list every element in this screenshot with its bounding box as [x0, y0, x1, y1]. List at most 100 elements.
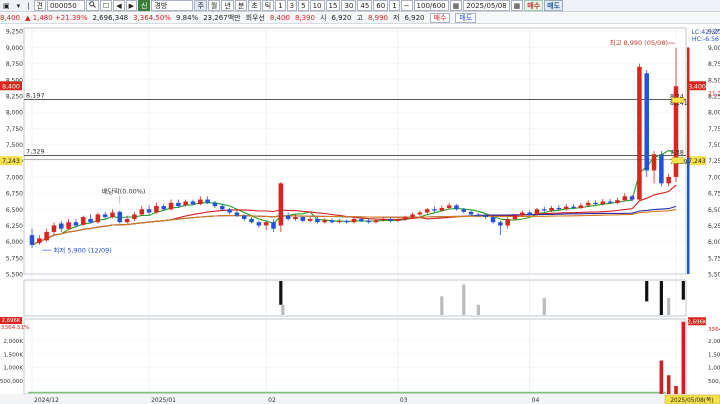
candle-body[interactable]: [322, 220, 327, 223]
interval-60[interactable]: 60: [373, 0, 389, 11]
interval-45[interactable]: 45: [357, 0, 373, 11]
candle-body[interactable]: [424, 209, 430, 213]
candle-body[interactable]: [234, 212, 240, 216]
candle-body[interactable]: [241, 215, 247, 219]
candle-body[interactable]: [644, 73, 649, 171]
candle-body[interactable]: [622, 196, 628, 201]
candle-body[interactable]: [483, 215, 488, 218]
sell-button[interactable]: 매도: [544, 0, 564, 11]
candle-body[interactable]: [520, 212, 525, 216]
candle-body[interactable]: [198, 199, 203, 205]
candle-body[interactable]: [585, 202, 591, 206]
candle-body[interactable]: [607, 201, 613, 203]
candle-body[interactable]: [373, 220, 379, 223]
interval-15[interactable]: 15: [325, 0, 341, 11]
candle-body[interactable]: [44, 231, 49, 241]
candle-body[interactable]: [454, 205, 459, 210]
candle-body[interactable]: [73, 222, 79, 226]
candle-body[interactable]: [88, 218, 93, 223]
candle-body[interactable]: [359, 218, 364, 221]
calendar-icon[interactable]: ▦: [510, 0, 524, 11]
quick-sell-button[interactable]: 매도: [455, 13, 477, 23]
candle-body[interactable]: [271, 222, 276, 229]
interval-1[interactable]: 1: [275, 0, 286, 11]
candle-body[interactable]: [329, 220, 335, 223]
candle-body[interactable]: [637, 66, 642, 200]
candle-body[interactable]: [351, 218, 357, 223]
candle-body[interactable]: [146, 209, 152, 213]
lock-checkbox[interactable]: ☐: [99, 0, 113, 11]
candle-body[interactable]: [461, 209, 467, 212]
candle-body[interactable]: [212, 202, 218, 207]
candle-body[interactable]: [571, 206, 576, 208]
candle-body[interactable]: [337, 220, 342, 223]
candle-body[interactable]: [395, 219, 401, 221]
candle-body[interactable]: [512, 215, 518, 219]
candle-body[interactable]: [37, 238, 42, 243]
candle-body[interactable]: [117, 211, 123, 223]
buy-button[interactable]: 매수: [524, 0, 544, 11]
candle-body[interactable]: [388, 218, 393, 221]
candle-body[interactable]: [183, 201, 188, 206]
candle-body[interactable]: [190, 201, 196, 205]
menu-dropdown[interactable]: ▾: [14, 0, 24, 11]
candle-body[interactable]: [549, 207, 554, 211]
candle-body[interactable]: [446, 205, 452, 208]
candle-body[interactable]: [176, 202, 181, 207]
kind-select[interactable]: 견: [33, 0, 46, 11]
period-year[interactable]: 년: [221, 0, 234, 11]
candle-body[interactable]: [615, 200, 620, 203]
candle-body[interactable]: [498, 222, 503, 226]
candle-body[interactable]: [600, 201, 606, 205]
candle-body[interactable]: [227, 209, 232, 213]
candle-body[interactable]: [256, 222, 262, 226]
candle-body[interactable]: [468, 211, 474, 215]
candle-body[interactable]: [366, 220, 371, 223]
candle-body[interactable]: [132, 214, 137, 219]
interval-3[interactable]: 3: [286, 0, 298, 11]
candle-body[interactable]: [51, 225, 57, 232]
period-second[interactable]: 초: [248, 0, 261, 11]
stock-code-input[interactable]: 000050: [46, 0, 85, 11]
period-month[interactable]: 월: [207, 0, 221, 11]
candle-body[interactable]: [80, 217, 86, 225]
candle-body[interactable]: [476, 214, 481, 216]
candle-body[interactable]: [402, 217, 408, 220]
stock-name-field[interactable]: 경방: [151, 0, 194, 11]
candle-body[interactable]: [293, 217, 298, 219]
candle-body[interactable]: [578, 205, 584, 208]
candle-body[interactable]: [534, 209, 540, 215]
candle-body[interactable]: [168, 202, 174, 210]
candle-body[interactable]: [527, 212, 532, 215]
candle-body[interactable]: [651, 154, 657, 171]
candle-body[interactable]: [439, 207, 445, 211]
candle-body[interactable]: [542, 209, 547, 211]
candle-body[interactable]: [381, 218, 386, 221]
candle-body[interactable]: [505, 218, 510, 226]
candle-body[interactable]: [315, 218, 320, 223]
next-stock-button[interactable]: ▶: [125, 0, 138, 11]
candle-body[interactable]: [124, 218, 130, 223]
candle-body[interactable]: [249, 218, 254, 223]
candle-body[interactable]: [300, 217, 306, 221]
candle-body[interactable]: [432, 209, 437, 211]
candle-body[interactable]: [59, 223, 64, 229]
date-input[interactable]: 2025/05/08: [463, 0, 510, 11]
candle-body[interactable]: [110, 212, 115, 218]
candle-body[interactable]: [278, 183, 284, 226]
candle-body[interactable]: [593, 202, 598, 205]
candle-body[interactable]: [556, 207, 562, 210]
interval-30[interactable]: 30: [341, 0, 357, 11]
search-icon[interactable]: [85, 0, 99, 11]
candle-body[interactable]: [102, 214, 108, 218]
candle-body[interactable]: [263, 222, 269, 226]
candle-body[interactable]: [344, 220, 349, 223]
candle-body[interactable]: [66, 222, 71, 229]
period-minute[interactable]: 분: [234, 0, 248, 11]
prev-stock-button[interactable]: ◀: [113, 0, 125, 11]
interval-custom[interactable]: 1: [389, 0, 400, 11]
period-week[interactable]: 주: [194, 0, 207, 11]
stock-chart[interactable]: 9,2509,2509,0009,0008,7508,7508,5008,500…: [0, 25, 720, 404]
candle-body[interactable]: [307, 218, 313, 221]
minus-button[interactable]: −: [400, 0, 413, 11]
